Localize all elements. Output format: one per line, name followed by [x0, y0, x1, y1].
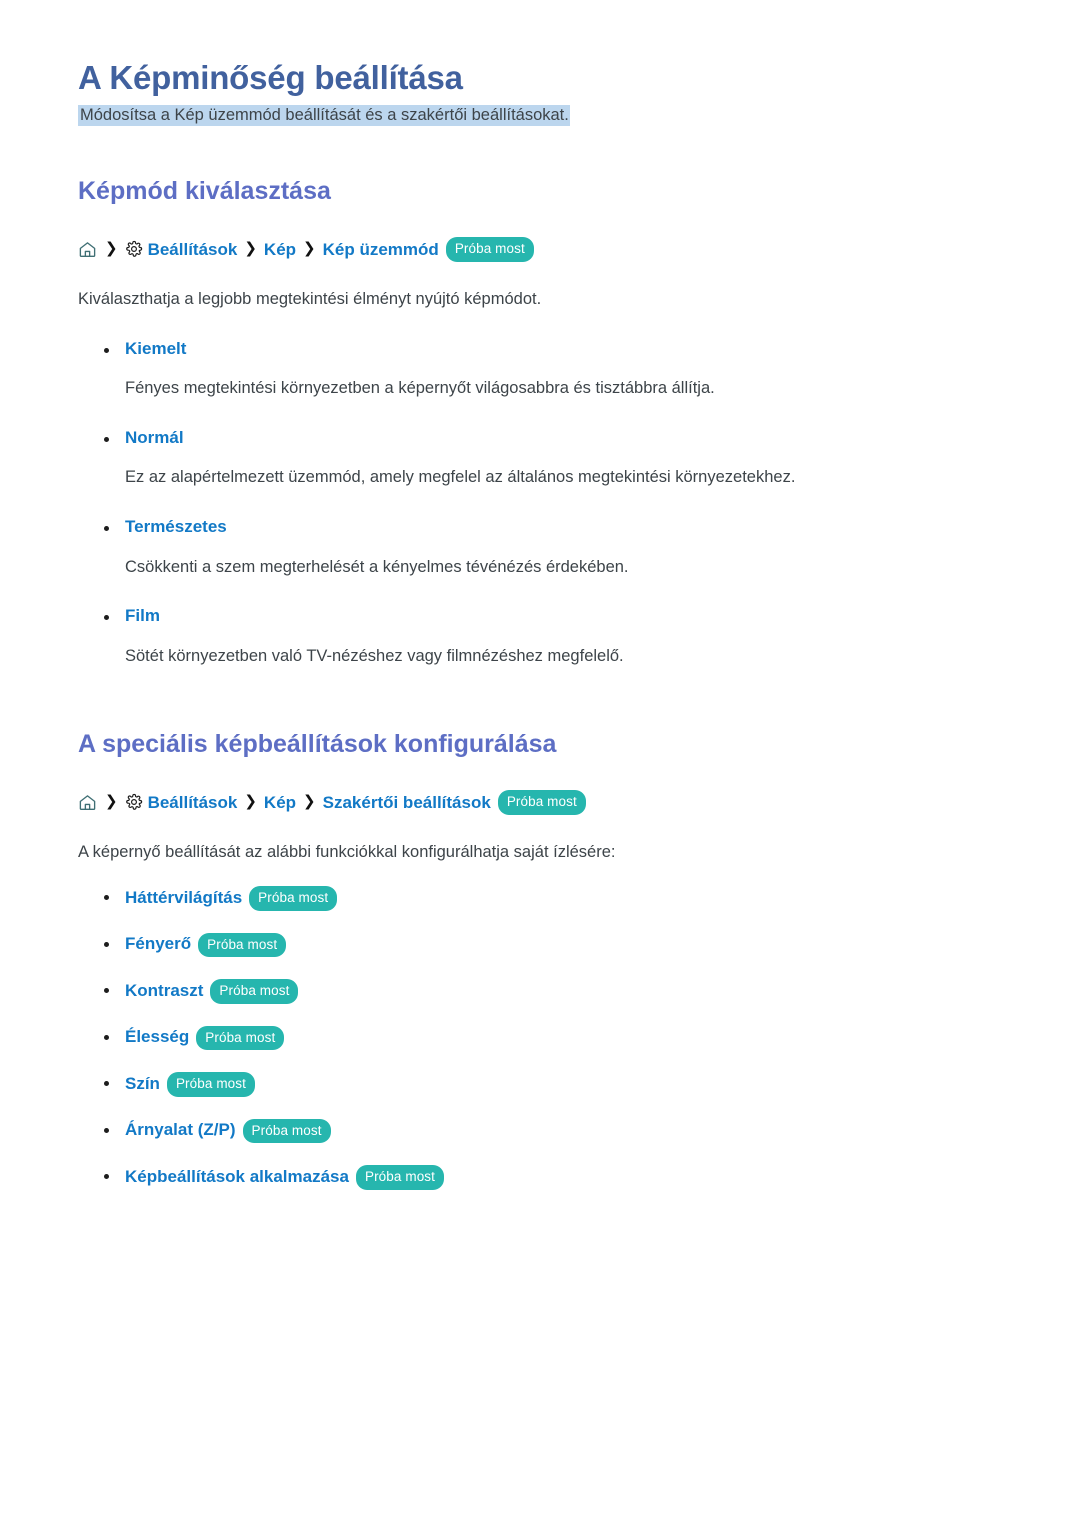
- breadcrumb-separator: ❯: [105, 239, 118, 257]
- list-item: Árnyalat (Z/P) Próba most: [78, 1118, 1002, 1144]
- help-document-page: A Képminőség beállítása Módosítsa a Kép …: [0, 0, 1080, 1190]
- expert-settings-list: Háttérvilágítás Próba most Fényerő Próba m…: [78, 886, 1002, 1190]
- list-item: Szín Próba most: [78, 1072, 1002, 1097]
- try-now-badge[interactable]: Próba most: [355, 1165, 444, 1190]
- try-now-badge[interactable]: Próba most: [166, 1072, 255, 1097]
- breadcrumb-expert-settings[interactable]: ❯ Beállítások ❯ Kép ❯ Szakértői beállítá…: [78, 790, 1002, 815]
- home-icon[interactable]: [78, 793, 97, 812]
- term-label[interactable]: Film: [125, 606, 160, 626]
- feature-label-brightness[interactable]: Fényerő: [125, 934, 191, 954]
- feature-label-apply-picture-settings[interactable]: Képbeállítások alkalmazása: [125, 1167, 349, 1187]
- breadcrumb-separator: ❯: [244, 792, 257, 810]
- term-description: Csökkenti a szem megterhelését a kényelm…: [125, 557, 629, 576]
- gear-icon[interactable]: [125, 240, 143, 258]
- try-now-badge[interactable]: Próba most: [497, 790, 586, 815]
- gear-icon[interactable]: [125, 793, 143, 811]
- list-item: Fényerő Próba most: [78, 932, 1002, 958]
- breadcrumb-item-expert-settings[interactable]: Szakértői beállítások: [323, 794, 491, 811]
- breadcrumb-item-picture[interactable]: Kép: [264, 241, 296, 258]
- feature-label-backlight[interactable]: Háttérvilágítás: [125, 888, 242, 908]
- try-now-badge[interactable]: Próba most: [249, 886, 338, 911]
- breadcrumb-item-picture[interactable]: Kép: [264, 794, 296, 811]
- page-subtitle-highlight: Módosítsa a Kép üzemmód beállítását és a…: [78, 104, 570, 126]
- try-now-badge[interactable]: Próba most: [242, 1118, 331, 1144]
- breadcrumb-item-settings[interactable]: Beállítások: [148, 794, 238, 811]
- feature-label-tint[interactable]: Árnyalat (Z/P): [125, 1120, 236, 1140]
- page-subtitle: Módosítsa a Kép üzemmód beállítását és a…: [78, 104, 1002, 126]
- term-description: Fényes megtekintési környezetben a képer…: [125, 378, 715, 397]
- term-label[interactable]: Normál: [125, 428, 184, 448]
- section-intro-expert-settings: A képernyő beállítását az alábbi funkció…: [78, 842, 616, 861]
- breadcrumb-separator: ❯: [303, 239, 316, 257]
- try-now-badge[interactable]: Próba most: [445, 237, 534, 262]
- section-heading-picture-mode: Képmód kiválasztása: [78, 176, 331, 205]
- list-item: Háttérvilágítás Próba most: [78, 886, 1002, 911]
- try-now-badge[interactable]: Próba most: [210, 979, 299, 1004]
- feature-label-sharpness[interactable]: Élesség: [125, 1027, 189, 1047]
- section-heading-expert-settings: A speciális képbeállítások konfigurálása: [78, 729, 557, 758]
- list-item: Élesség Próba most: [78, 1025, 1002, 1051]
- list-item: Kontraszt Próba most: [78, 979, 1002, 1004]
- picture-mode-list: Kiemelt Fényes megtekintési környezetben…: [78, 339, 1002, 669]
- section-intro-picture-mode: Kiválaszthatja a legjobb megtekintési él…: [78, 289, 542, 308]
- breadcrumb-separator: ❯: [244, 239, 257, 257]
- feature-label-color[interactable]: Szín: [125, 1074, 160, 1094]
- page-title: A Képminőség beállítása: [78, 59, 463, 96]
- try-now-badge[interactable]: Próba most: [198, 932, 287, 958]
- term-label[interactable]: Természetes: [125, 517, 227, 537]
- breadcrumb-separator: ❯: [105, 792, 118, 810]
- try-now-badge[interactable]: Próba most: [196, 1025, 285, 1051]
- list-item: Természetes: [78, 517, 1002, 537]
- breadcrumb-separator: ❯: [303, 792, 316, 810]
- breadcrumb-item-settings[interactable]: Beállítások: [148, 241, 238, 258]
- term-description: Sötét környezetben való TV-nézéshez vagy…: [125, 646, 624, 665]
- home-icon[interactable]: [78, 240, 97, 259]
- term-description: Ez az alapértelmezett üzemmód, amely meg…: [125, 468, 796, 487]
- breadcrumb-item-picture-mode[interactable]: Kép üzemmód: [323, 241, 439, 258]
- breadcrumb-picture-mode[interactable]: ❯ Beállítások ❯ Kép ❯ Kép üzemmód Próba …: [78, 237, 1002, 262]
- feature-label-contrast[interactable]: Kontraszt: [125, 981, 203, 1001]
- list-item: Normál: [78, 428, 1002, 448]
- list-item: Képbeállítások alkalmazása Próba most: [78, 1165, 1002, 1190]
- term-label[interactable]: Kiemelt: [125, 339, 186, 359]
- list-item: Kiemelt: [78, 339, 1002, 359]
- list-item: Film: [78, 606, 1002, 626]
